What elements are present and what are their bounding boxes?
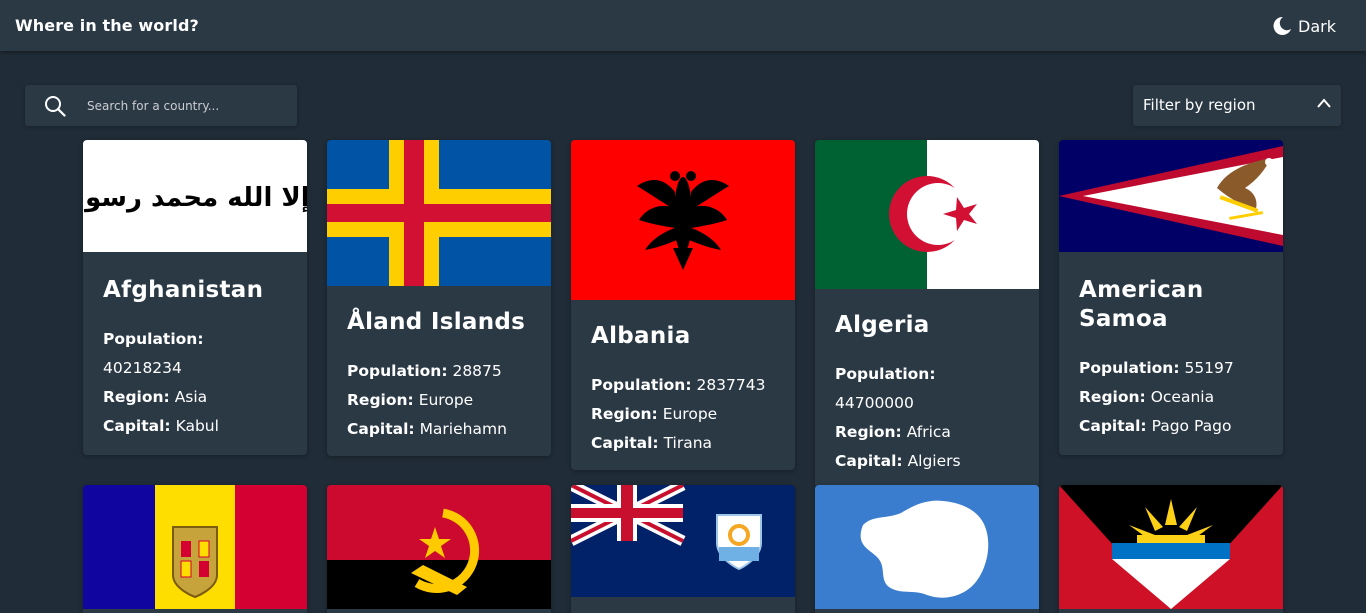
- region-value: Europe: [418, 391, 474, 409]
- population-label: Population:: [835, 365, 936, 383]
- flag-algeria: [815, 140, 1039, 289]
- capital-value: Tirana: [663, 434, 713, 452]
- capital-label: Capital:: [591, 434, 659, 452]
- population-label: Population:: [347, 362, 448, 380]
- country-card[interactable]: لا إله إلا الله محمد رسول الله Afghanist…: [83, 140, 307, 455]
- flag-american-samoa: [1059, 140, 1283, 252]
- population-value: 2837743: [696, 376, 766, 394]
- region-label: Region:: [103, 388, 170, 406]
- search-box[interactable]: [25, 85, 297, 126]
- country-name: Åland Islands: [347, 309, 526, 335]
- region-filter-label: Filter by region: [1143, 96, 1256, 114]
- capital-label: Capital:: [347, 420, 415, 438]
- country-card[interactable]: Albania Population: 2837743 Region: Euro…: [571, 140, 795, 470]
- theme-toggle-button[interactable]: Dark: [1272, 14, 1336, 38]
- region-label: Region:: [591, 405, 658, 423]
- population-value: 55197: [1184, 359, 1234, 377]
- flag-anguilla: [571, 485, 795, 597]
- region-value: Oceania: [1150, 388, 1215, 406]
- flag-script: لا إله إلا الله محمد رسول الله: [83, 183, 307, 213]
- country-card[interactable]: [1059, 485, 1283, 613]
- flag-albania: [571, 140, 795, 300]
- search-icon: [45, 96, 66, 117]
- region-value: Europe: [662, 405, 718, 423]
- capital-value: Mariehamn: [419, 420, 507, 438]
- capital-value: Pago Pago: [1151, 417, 1232, 435]
- country-card[interactable]: American Samoa Population: 55197 Region:…: [1059, 140, 1283, 455]
- flag-afghanistan: لا إله إلا الله محمد رسول الله: [83, 140, 307, 252]
- country-name: Albania: [591, 323, 691, 349]
- country-name: Afghanistan: [103, 277, 264, 303]
- moon-icon: [1273, 16, 1291, 35]
- region-value: Africa: [906, 423, 951, 441]
- capital-value: Kabul: [175, 417, 219, 435]
- flag-angola: [327, 485, 551, 609]
- population-value: 44700000: [835, 394, 914, 412]
- search-input[interactable]: [87, 85, 287, 126]
- region-value: Asia: [174, 388, 208, 406]
- population-value: 40218234: [103, 359, 182, 377]
- region-label: Region:: [835, 423, 902, 441]
- population-label: Population:: [103, 330, 204, 348]
- capital-value: Algiers: [907, 452, 961, 470]
- country-name: Algeria: [835, 312, 930, 338]
- region-label: Region:: [347, 391, 414, 409]
- capital-label: Capital:: [1079, 417, 1147, 435]
- flag-andorra: [83, 485, 307, 609]
- theme-toggle-label: Dark: [1298, 16, 1336, 36]
- country-card[interactable]: [327, 485, 551, 613]
- country-card[interactable]: Åland Islands Population: 28875 Region: …: [327, 140, 551, 456]
- app-title: Where in the world?: [15, 16, 199, 35]
- country-card[interactable]: [815, 485, 1039, 613]
- capital-label: Capital:: [835, 452, 903, 470]
- country-card[interactable]: [83, 485, 307, 613]
- top-bar: Where in the world? Dark: [0, 0, 1366, 51]
- region-filter-dropdown[interactable]: Filter by region: [1133, 85, 1341, 126]
- flag-antigua-and-barbuda: [1059, 485, 1283, 609]
- chevron-up-icon: [1317, 98, 1331, 108]
- region-label: Region:: [1079, 388, 1146, 406]
- population-label: Population:: [1079, 359, 1180, 377]
- country-name: American Samoa: [1079, 277, 1204, 332]
- country-card[interactable]: Algeria Population: 44700000 Region: Afr…: [815, 140, 1039, 488]
- country-card[interactable]: [571, 485, 795, 613]
- flag-aland-islands: [327, 140, 551, 286]
- capital-label: Capital:: [103, 417, 171, 435]
- population-label: Population:: [591, 376, 692, 394]
- flag-antarctica: [815, 485, 1039, 609]
- population-value: 28875: [452, 362, 502, 380]
